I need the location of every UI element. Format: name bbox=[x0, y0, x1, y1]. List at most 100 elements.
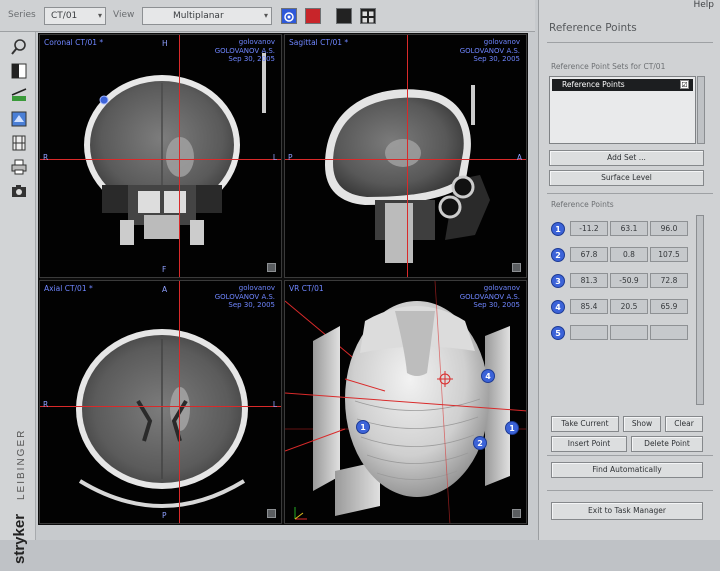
maximize-button[interactable] bbox=[267, 263, 276, 272]
view-select[interactable]: Multiplanar ▾ bbox=[142, 7, 272, 25]
orientation-right: L bbox=[272, 153, 277, 162]
exit-to-task-manager-button[interactable]: Exit to Task Manager bbox=[551, 502, 703, 520]
show-button[interactable]: Show bbox=[623, 416, 661, 432]
maximize-button[interactable] bbox=[267, 509, 276, 518]
crosshair-horizontal[interactable] bbox=[40, 159, 281, 160]
x-value[interactable] bbox=[570, 325, 608, 340]
patient-name: GOLOVANOV A.S. bbox=[214, 46, 275, 55]
user-name: golovanov bbox=[238, 38, 275, 46]
maximize-button[interactable] bbox=[512, 263, 521, 272]
point-number: 4 bbox=[551, 300, 565, 314]
orientation-left: R bbox=[43, 153, 49, 162]
volume-render-viewport[interactable]: 1 2 4 1 VR CT/01 golovanov GOLOVANOV A.S… bbox=[284, 280, 527, 524]
coronal-ct-image bbox=[84, 53, 266, 245]
point-number: 2 bbox=[551, 248, 565, 262]
window-level-icon[interactable] bbox=[10, 62, 28, 80]
point-number: 3 bbox=[551, 274, 565, 288]
y-value[interactable]: 63.1 bbox=[610, 221, 648, 236]
grid-layout-icon[interactable] bbox=[360, 8, 376, 24]
patient-name: GOLOVANOV A.S. bbox=[459, 292, 520, 301]
help-menu[interactable]: Help bbox=[693, 0, 714, 10]
film-strip-icon[interactable] bbox=[10, 134, 28, 152]
series-select[interactable]: CT/01 ▾ bbox=[44, 7, 106, 25]
reference-marker[interactable]: 2 bbox=[473, 436, 487, 450]
axial-viewport[interactable]: Axial CT/01 * golovanov GOLOVANOV A.S. S… bbox=[39, 280, 282, 524]
z-value[interactable]: 96.0 bbox=[650, 221, 688, 236]
divider bbox=[547, 42, 713, 43]
application-window: Series CT/01 ▾ View Multiplanar ▾ stryke… bbox=[0, 0, 720, 564]
viewport-title: Axial CT/01 * bbox=[44, 284, 93, 293]
divider bbox=[547, 193, 713, 194]
y-value[interactable] bbox=[610, 325, 648, 340]
point-number: 1 bbox=[551, 222, 565, 236]
visibility-checkbox[interactable]: ☑ bbox=[680, 80, 689, 89]
x-value[interactable]: 67.8 bbox=[570, 247, 608, 262]
panel-title: Reference Points bbox=[549, 22, 637, 34]
stryker-leibinger-logo: stryker LEIBINGER bbox=[5, 402, 31, 567]
crosshair-vertical[interactable] bbox=[179, 281, 180, 523]
chevron-down-icon: ▾ bbox=[97, 11, 102, 20]
x-value[interactable]: 81.3 bbox=[570, 273, 608, 288]
reference-set-item[interactable]: Reference Points ☑ bbox=[552, 79, 693, 91]
patient-info: golovanov GOLOVANOV A.S. Sep 30, 2005 bbox=[460, 38, 520, 64]
sync-views-icon[interactable] bbox=[281, 8, 297, 24]
delete-point-button[interactable]: Delete Point bbox=[631, 436, 703, 452]
image-viewer: Coronal CT/01 * golovanov GOLOVANOV A.S.… bbox=[38, 33, 528, 525]
clear-button[interactable]: Clear bbox=[665, 416, 703, 432]
segmentation-icon[interactable] bbox=[10, 110, 28, 128]
z-value[interactable] bbox=[650, 325, 688, 340]
view-value: Multiplanar bbox=[173, 11, 224, 21]
set-list-scrollbar[interactable] bbox=[697, 76, 705, 144]
z-value[interactable]: 107.5 bbox=[650, 247, 688, 262]
take-current-button[interactable]: Take Current bbox=[551, 416, 619, 432]
add-set-button[interactable]: Add Set ... bbox=[549, 150, 704, 166]
divider bbox=[547, 490, 713, 491]
orientation-left: R bbox=[43, 400, 49, 409]
insert-point-button[interactable]: Insert Point bbox=[551, 436, 627, 452]
camera-icon[interactable] bbox=[10, 182, 28, 200]
single-layout-icon[interactable] bbox=[336, 8, 352, 24]
reference-marker[interactable]: 1 bbox=[505, 421, 519, 435]
viewport-title: Sagittal CT/01 * bbox=[289, 38, 349, 47]
user-name: golovanov bbox=[238, 284, 275, 292]
y-value[interactable]: -50.9 bbox=[610, 273, 648, 288]
crosshair-horizontal[interactable] bbox=[285, 159, 526, 160]
z-value[interactable]: 72.8 bbox=[650, 273, 688, 288]
z-value[interactable]: 65.9 bbox=[650, 299, 688, 314]
study-date: Sep 30, 2005 bbox=[228, 55, 275, 63]
set-group-label: Reference Point Sets for CT/01 bbox=[551, 62, 666, 71]
zoom-icon[interactable] bbox=[10, 38, 28, 56]
print-icon[interactable] bbox=[10, 158, 28, 176]
sagittal-ct-image bbox=[325, 85, 490, 263]
crosshair-horizontal[interactable] bbox=[40, 406, 281, 407]
reference-set-label: Reference Points bbox=[562, 80, 625, 89]
measure-icon[interactable] bbox=[10, 86, 28, 104]
viewport-title: Coronal CT/01 * bbox=[44, 38, 104, 47]
user-name: golovanov bbox=[483, 38, 520, 46]
surface-level-button[interactable]: Surface Level bbox=[549, 170, 704, 186]
top-toolbar: Series CT/01 ▾ View Multiplanar ▾ bbox=[0, 0, 535, 32]
study-date: Sep 30, 2005 bbox=[473, 301, 520, 309]
reference-set-list[interactable]: Reference Points ☑ bbox=[549, 76, 696, 144]
coronal-viewport[interactable]: Coronal CT/01 * golovanov GOLOVANOV A.S.… bbox=[39, 34, 282, 278]
crosshair-vertical[interactable] bbox=[179, 35, 180, 277]
sagittal-viewport[interactable]: Sagittal CT/01 * golovanov GOLOVANOV A.S… bbox=[284, 34, 527, 278]
y-value[interactable]: 20.5 bbox=[610, 299, 648, 314]
color-map-icon[interactable] bbox=[305, 8, 321, 24]
points-group-label: Reference Points bbox=[551, 200, 614, 209]
point-number: 5 bbox=[551, 326, 565, 340]
orientation-top: A bbox=[162, 285, 168, 294]
find-automatically-button[interactable]: Find Automatically bbox=[551, 462, 703, 478]
y-value[interactable]: 0.8 bbox=[610, 247, 648, 262]
tool-strip: stryker LEIBINGER bbox=[0, 32, 36, 564]
x-value[interactable]: 85.4 bbox=[570, 299, 608, 314]
maximize-button[interactable] bbox=[512, 509, 521, 518]
reference-marker[interactable]: 4 bbox=[481, 369, 495, 383]
reference-marker[interactable]: 1 bbox=[356, 420, 370, 434]
crosshair-vertical[interactable] bbox=[407, 35, 408, 277]
svg-text:LEIBINGER: LEIBINGER bbox=[16, 429, 27, 500]
points-scrollbar[interactable] bbox=[696, 215, 704, 405]
reference-points-panel: Help Reference Points Reference Point Se… bbox=[538, 0, 720, 540]
orientation-bottom: F bbox=[162, 265, 167, 274]
x-value[interactable]: -11.2 bbox=[570, 221, 608, 236]
